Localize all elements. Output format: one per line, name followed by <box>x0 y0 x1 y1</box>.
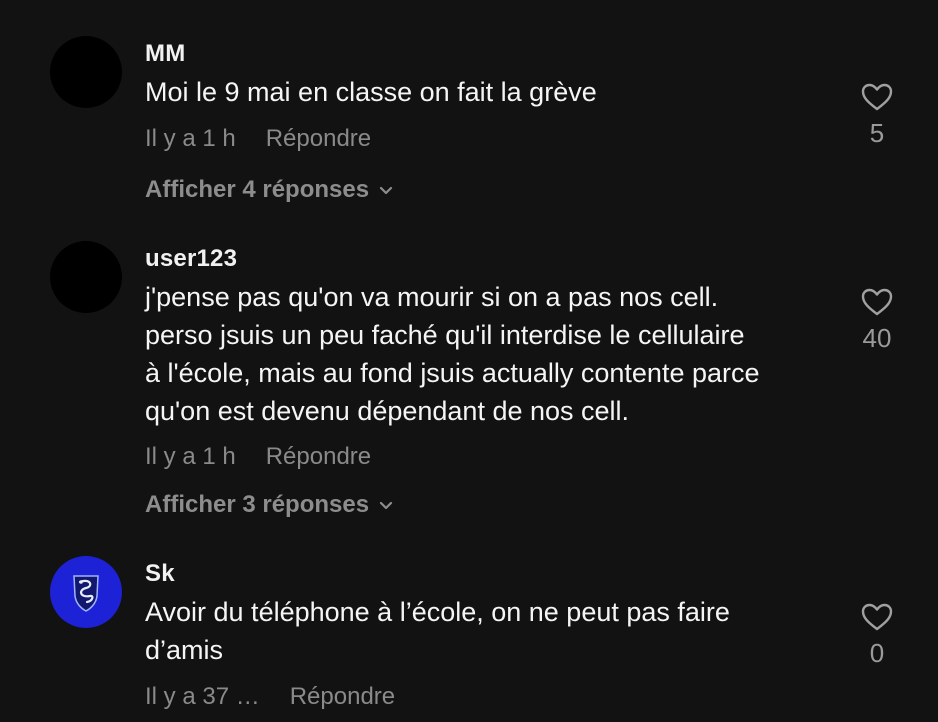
comment-username[interactable]: user123 <box>145 245 237 273</box>
avatar[interactable] <box>50 241 122 313</box>
view-replies-button[interactable]: Afficher 3 réponses <box>145 491 395 519</box>
view-replies-label: Afficher 4 réponses <box>145 176 370 203</box>
reply-button[interactable]: Répondre <box>266 443 371 471</box>
heart-outline-icon <box>861 83 893 111</box>
reply-button[interactable]: Répondre <box>290 683 395 711</box>
comment-username[interactable]: Sk <box>145 560 175 588</box>
comment-meta: Il y a 1 h Répondre <box>145 125 371 153</box>
chevron-down-icon <box>379 186 393 195</box>
avatar[interactable] <box>50 556 122 628</box>
comment-timestamp: Il y a 37 … <box>145 683 260 710</box>
like-count: 0 <box>869 638 885 668</box>
reply-button[interactable]: Répondre <box>266 125 371 153</box>
chevron-down-icon <box>379 501 393 510</box>
comment-username[interactable]: MM <box>145 40 185 68</box>
view-replies-button[interactable]: Afficher 4 réponses <box>145 176 395 204</box>
like-button[interactable]: 40 <box>848 287 906 354</box>
like-count: 40 <box>862 323 892 353</box>
avatar[interactable] <box>50 36 122 108</box>
like-count: 5 <box>869 118 885 148</box>
like-button[interactable]: 5 <box>848 82 906 149</box>
snake-crest-icon <box>73 575 99 612</box>
comment-meta: Il y a 37 … Répondre <box>145 683 395 711</box>
comment-timestamp: Il y a 1 h <box>145 443 236 470</box>
like-button[interactable]: 0 <box>848 602 906 669</box>
heart-outline-icon <box>861 603 893 631</box>
view-replies-label: Afficher 3 réponses <box>145 491 370 518</box>
heart-outline-icon <box>861 288 893 316</box>
comment-text: Avoir du téléphone à l’école, on ne peut… <box>145 597 730 665</box>
comment-meta: Il y a 1 h Répondre <box>145 443 371 471</box>
comment-text: Moi le 9 mai en classe on fait la grève <box>145 77 597 107</box>
comment-timestamp: Il y a 1 h <box>145 125 236 152</box>
comment-text: j'pense pas qu'on va mourir si on a pas … <box>145 282 760 426</box>
